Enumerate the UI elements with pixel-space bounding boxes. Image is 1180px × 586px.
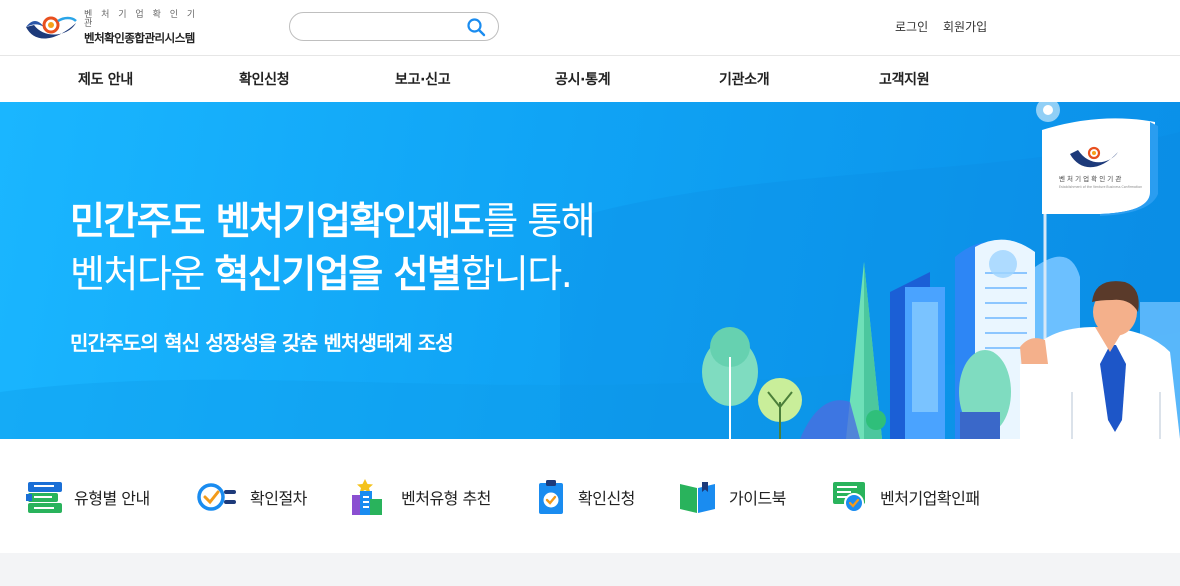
quick-item-label: 유형별 안내 — [74, 489, 150, 508]
nav-item-support[interactable]: 고객지원 — [879, 69, 930, 89]
logo-subtitle: 벤 처 기 업 확 인 기 관 — [84, 10, 199, 30]
quick-item-label: 가이드북 — [729, 489, 786, 508]
banner-headline-line2-bold: 혁신기업을 선별 — [214, 252, 461, 296]
search-input[interactable] — [302, 17, 462, 37]
nav-item-system-guide[interactable]: 제도 안내 — [78, 69, 133, 89]
flag-caption-text: Establishment of the Venture Business Co… — [1059, 185, 1142, 189]
nav-item-about[interactable]: 기관소개 — [719, 69, 770, 89]
banner-headline-line2-rest: 합니다. — [460, 252, 572, 296]
quick-item-label: 벤처유형 추천 — [401, 489, 491, 508]
quick-item-label: 벤처기업확인패 — [880, 489, 980, 508]
nav-item-apply[interactable]: 확인신청 — [239, 69, 290, 89]
banner-headline-line1-bold: 민간주도 벤처기업확인제도 — [70, 199, 485, 243]
quick-item-type-guide[interactable]: 유형별 안내 — [26, 479, 150, 515]
logo-emblem-icon — [26, 16, 77, 39]
quick-menu: 유형별 안내 확인절차 벤처유형 추천 확인신청 가이드북 벤처기업확인패 — [0, 439, 1180, 553]
quick-item-certificate[interactable]: 벤처기업확인패 — [832, 479, 980, 515]
banner-headline-line2-start: 벤처다운 — [70, 252, 215, 296]
banner-headline-line1: 민간주도 벤처기업확인제도를 통해 — [70, 199, 596, 243]
quick-item-type-recommend[interactable]: 벤처유형 추천 — [351, 479, 491, 515]
search-box — [289, 12, 499, 41]
quick-item-label: 확인신청 — [578, 489, 635, 508]
login-link[interactable]: 로그인 — [895, 18, 928, 35]
search-icon[interactable] — [466, 17, 486, 37]
banner-subline: 민간주도의 혁신 성장성을 갖춘 벤처생태계 조성 — [70, 331, 454, 355]
banner-headline-line1-rest: 를 통해 — [483, 199, 595, 243]
site-logo[interactable]: 벤 처 기 업 확 인 기 관 벤처확인종합관리시스템 — [24, 11, 214, 45]
main-nav: 제도 안내 확인신청 보고·신고 공시·통계 기관소개 고객지원 — [0, 56, 1180, 102]
logo-title: 벤처확인종합관리시스템 — [84, 31, 195, 46]
nav-item-statistics[interactable]: 공시·통계 — [555, 69, 611, 89]
quick-item-apply[interactable]: 확인신청 — [538, 479, 635, 515]
banner-headline-line2: 벤처다운 혁신기업을 선별합니다. — [70, 252, 573, 296]
quick-item-procedure[interactable]: 확인절차 — [196, 479, 307, 515]
book-icon — [680, 482, 715, 513]
quick-item-label: 확인절차 — [250, 489, 307, 508]
quick-item-guidebook[interactable]: 가이드북 — [679, 479, 786, 515]
certificate-icon — [833, 482, 865, 513]
next-section-background — [0, 553, 1180, 586]
flag-org-text: 벤 처 기 업 확 인 기 관 — [1059, 174, 1121, 183]
check-process-icon — [197, 483, 236, 511]
hero-banner: 벤 처 기 업 확 인 기 관 Establishment of the Ven… — [0, 102, 1180, 439]
clipboard-check-icon — [539, 480, 563, 514]
nav-item-report[interactable]: 보고·신고 — [395, 69, 451, 89]
building-star-icon — [352, 479, 382, 515]
signup-link[interactable]: 회원가입 — [943, 18, 987, 35]
site-header: 벤 처 기 업 확 인 기 관 벤처확인종합관리시스템 로그인 회원가입 — [0, 0, 1180, 56]
list-icon — [26, 482, 62, 513]
